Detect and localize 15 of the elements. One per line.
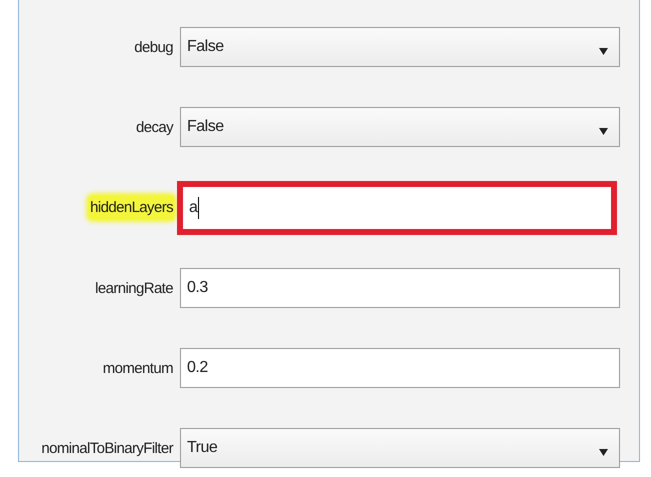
dropdown[interactable]: True [180, 428, 620, 468]
property-label: nominalToBinaryFilter [40, 438, 174, 458]
input-field[interactable]: 0.3 [180, 268, 620, 308]
property-label: debug [133, 38, 174, 58]
caret-icon [599, 128, 608, 134]
property-label: hiddenLayers [89, 196, 174, 219]
input-field[interactable]: a [177, 180, 617, 234]
input-field[interactable]: 0.2 [180, 348, 620, 388]
property-label: decay [134, 118, 174, 138]
property-label: momentum [102, 358, 174, 378]
dropdown[interactable]: False [180, 107, 620, 147]
property-label: learningRate [94, 278, 174, 298]
caret-icon [599, 48, 608, 54]
dropdown[interactable]: False [180, 27, 620, 67]
caret-icon [599, 448, 608, 456]
